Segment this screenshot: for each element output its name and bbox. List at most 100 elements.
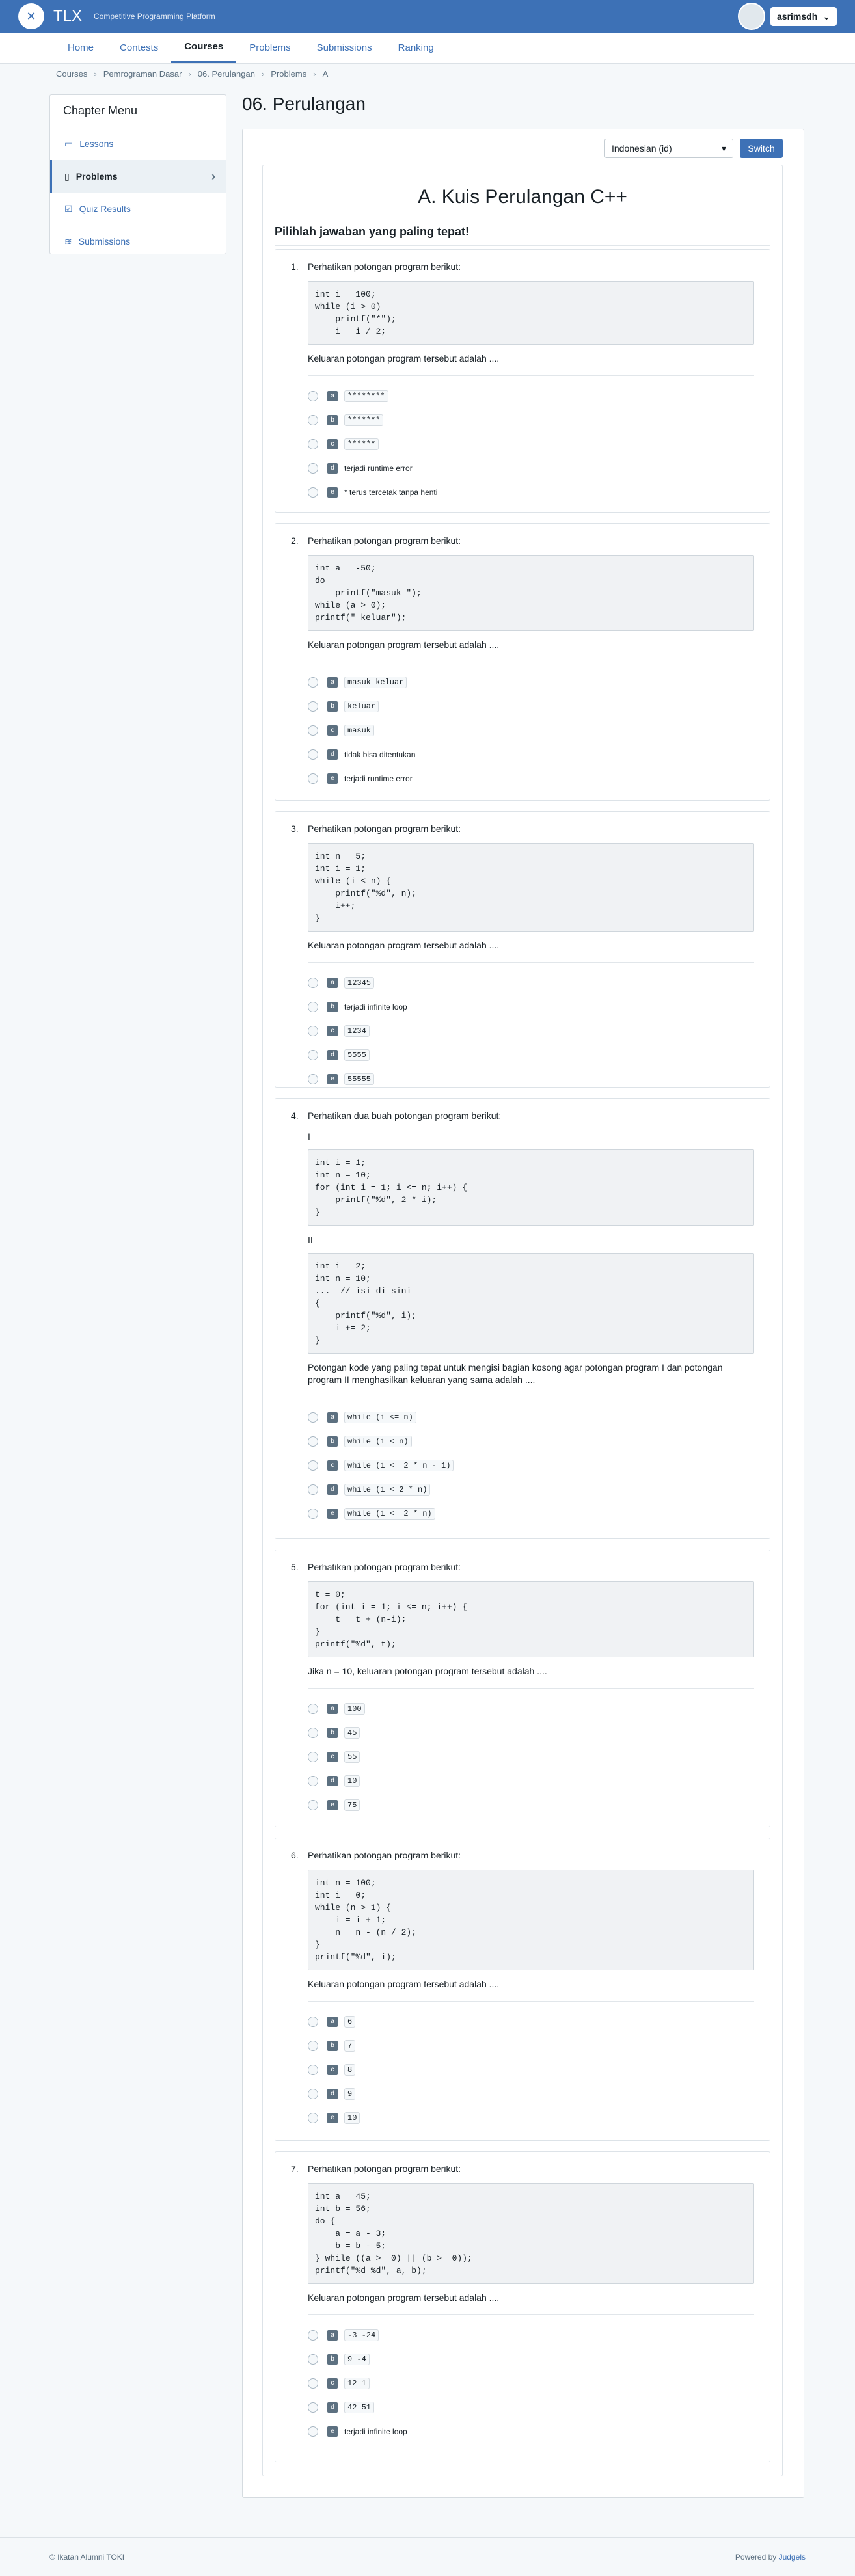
breadcrumb-item[interactable]: 06. Perulangan	[198, 69, 255, 79]
answer-option[interactable]: e terjadi runtime error	[308, 766, 754, 790]
answer-option[interactable]: d 10	[308, 1769, 754, 1793]
answer-option[interactable]: b keluar	[308, 694, 754, 718]
answer-option[interactable]: d 5555	[308, 1043, 754, 1067]
nav-tab-home[interactable]: Home	[55, 32, 107, 63]
radio-button[interactable]	[308, 1703, 318, 1714]
radio-button[interactable]	[308, 1484, 318, 1495]
answer-option[interactable]: c 55	[308, 1745, 754, 1769]
radio-button[interactable]	[308, 1001, 318, 1012]
radio-button[interactable]	[308, 1460, 318, 1471]
radio-button[interactable]	[308, 2354, 318, 2365]
radio-button[interactable]	[308, 1799, 318, 1810]
radio-button[interactable]	[308, 725, 318, 736]
language-select[interactable]: Indonesian (id) ▾	[604, 139, 733, 158]
option-text: 9	[344, 2087, 356, 2100]
radio-button[interactable]	[308, 1073, 318, 1084]
answer-option[interactable]: c masuk	[308, 718, 754, 742]
answer-option[interactable]: d tidak bisa ditentukan	[308, 742, 754, 766]
radio-button[interactable]	[308, 677, 318, 688]
radio-button[interactable]	[308, 2378, 318, 2389]
radio-button[interactable]	[308, 2329, 318, 2341]
nav-tab-problems[interactable]: Problems	[236, 32, 303, 63]
answer-option[interactable]: e 55555	[308, 1067, 754, 1091]
radio-button[interactable]	[308, 749, 318, 760]
answer-option[interactable]: d while (i < 2 * n)	[308, 1477, 754, 1501]
radio-button[interactable]	[308, 1049, 318, 1060]
radio-button[interactable]	[308, 1775, 318, 1786]
answer-option[interactable]: a 12345	[308, 971, 754, 995]
radio-button[interactable]	[308, 1751, 318, 1762]
answer-option[interactable]: a 100	[308, 1697, 754, 1721]
radio-button[interactable]	[308, 1436, 318, 1447]
answer-option[interactable]: e 10	[308, 2106, 754, 2130]
radio-button[interactable]	[308, 2402, 318, 2413]
option-text: masuk keluar	[344, 676, 407, 688]
answer-option[interactable]: e 75	[308, 1793, 754, 1817]
answer-option[interactable]: e while (i <= 2 * n)	[308, 1501, 754, 1525]
radio-button[interactable]	[308, 1025, 318, 1036]
user-dropdown-button[interactable]: asrimsdh ⌄	[770, 7, 837, 26]
breadcrumb-item[interactable]: Problems	[271, 69, 306, 79]
radio-button[interactable]	[308, 977, 318, 988]
radio-button[interactable]	[308, 2426, 318, 2437]
breadcrumb-item[interactable]: Courses	[56, 69, 87, 79]
answer-option[interactable]: e terjadi infinite loop	[308, 2419, 754, 2443]
answer-option[interactable]: b while (i < n)	[308, 1429, 754, 1453]
breadcrumb-item[interactable]: Pemrograman Dasar	[103, 69, 182, 79]
answer-option[interactable]: d9	[308, 2082, 754, 2106]
answer-option[interactable]: a -3 -24	[308, 2323, 754, 2347]
answer-option[interactable]: b terjadi infinite loop	[308, 995, 754, 1019]
radio-button[interactable]	[308, 701, 318, 712]
nav-tab-submissions[interactable]: Submissions	[304, 32, 385, 63]
radio-button[interactable]	[308, 438, 318, 449]
answer-option[interactable]: a while (i <= n)	[308, 1405, 754, 1429]
radio-button[interactable]	[308, 2016, 318, 2027]
option-letter: b	[327, 1436, 338, 1447]
answer-option[interactable]: c 1234	[308, 1019, 754, 1043]
radio-button[interactable]	[308, 2088, 318, 2099]
judgels-link[interactable]: Judgels	[779, 2553, 806, 2562]
option-letter: c	[327, 2378, 338, 2389]
sidebar-item-submissions[interactable]: ≋ Submissions	[50, 225, 226, 258]
answer-option[interactable]: e * terus tercetak tanpa henti	[308, 480, 754, 504]
avatar[interactable]	[738, 3, 766, 30]
answer-option[interactable]: c8	[308, 2058, 754, 2082]
answer-option[interactable]: b7	[308, 2033, 754, 2058]
question-card: 1. Perhatikan potongan program berikut: in…	[275, 249, 770, 513]
answer-option[interactable]: a6	[308, 2009, 754, 2033]
option-text: while (i <= 2 * n)	[344, 1507, 435, 1520]
answer-option[interactable]: c ******	[308, 432, 754, 456]
radio-button[interactable]	[308, 463, 318, 474]
tlx-logo[interactable]: ✕	[18, 3, 44, 29]
radio-button[interactable]	[308, 1508, 318, 1519]
radio-button[interactable]	[308, 1727, 318, 1738]
radio-button[interactable]	[308, 1412, 318, 1423]
answer-option[interactable]: b 45	[308, 1721, 754, 1745]
radio-button[interactable]	[308, 2112, 318, 2123]
answer-option[interactable]: d terjadi runtime error	[308, 456, 754, 480]
program-label: I	[308, 1131, 310, 1142]
answer-option[interactable]: a masuk keluar	[308, 670, 754, 694]
sidebar-item-lessons[interactable]: ▭ Lessons	[50, 127, 226, 160]
radio-button[interactable]	[308, 487, 318, 498]
radio-button[interactable]	[308, 2064, 318, 2075]
answer-option[interactable]: b 9 -4	[308, 2347, 754, 2371]
answer-option[interactable]: b *******	[308, 408, 754, 432]
radio-button[interactable]	[308, 390, 318, 401]
sidebar-item-quiz-results[interactable]: ☑ Quiz Results	[50, 193, 226, 225]
switch-button[interactable]: Switch	[740, 139, 783, 158]
answer-option[interactable]: d 42 51	[308, 2395, 754, 2419]
answer-option[interactable]: c while (i <= 2 * n - 1)	[308, 1453, 754, 1477]
option-text: 12 1	[344, 2377, 370, 2389]
nav-tab-ranking[interactable]: Ranking	[385, 32, 447, 63]
sidebar-item-problems[interactable]: ▯ Problems ›	[50, 160, 226, 193]
radio-button[interactable]	[308, 2040, 318, 2051]
radio-button[interactable]	[308, 414, 318, 425]
answer-option[interactable]: a ********	[308, 384, 754, 408]
user-menu[interactable]: asrimsdh ⌄	[738, 3, 837, 30]
radio-button[interactable]	[308, 773, 318, 784]
question-text: Keluaran potongan program tersebut adala…	[308, 940, 500, 950]
nav-tab-courses[interactable]: Courses	[171, 32, 237, 63]
nav-tab-contests[interactable]: Contests	[107, 32, 171, 63]
answer-option[interactable]: c 12 1	[308, 2371, 754, 2395]
